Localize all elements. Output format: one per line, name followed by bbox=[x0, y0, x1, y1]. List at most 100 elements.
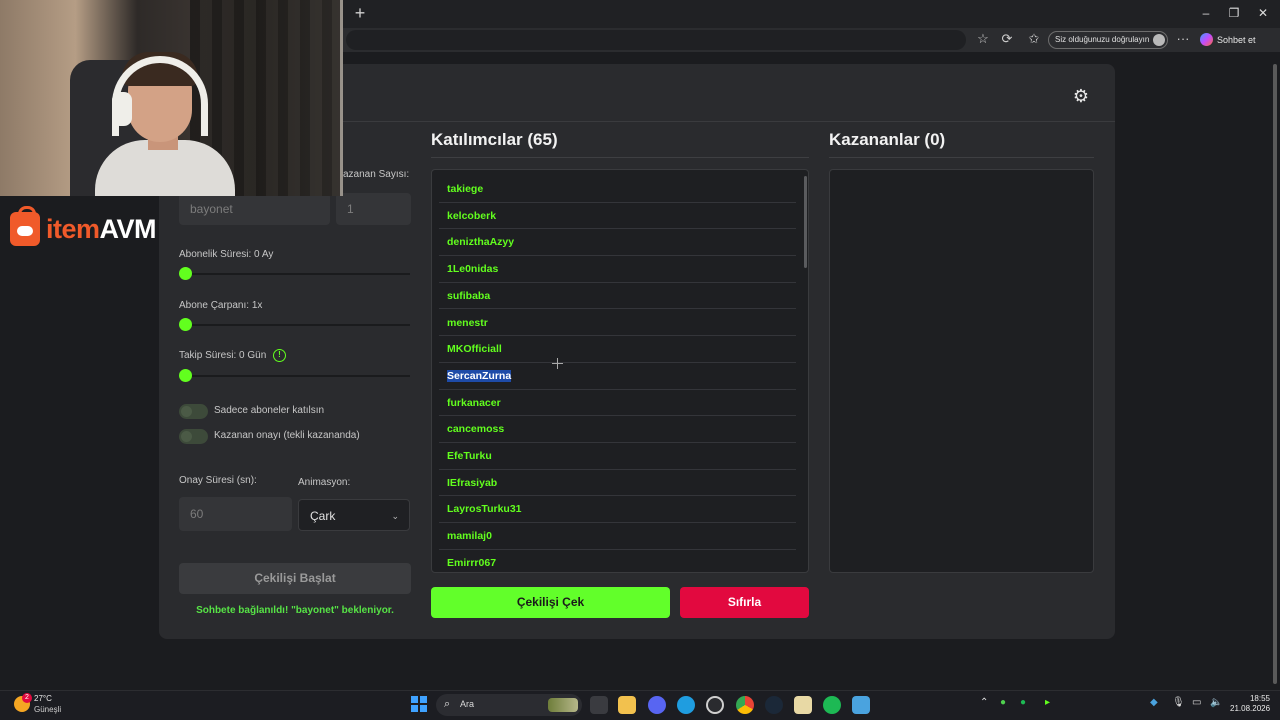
obs-icon[interactable] bbox=[706, 696, 724, 714]
notepad-icon[interactable] bbox=[794, 696, 812, 714]
discord-icon[interactable] bbox=[648, 696, 666, 714]
subs-only-toggle[interactable] bbox=[179, 404, 208, 419]
participant-name: sufibaba bbox=[447, 289, 491, 302]
sub-duration-slider-handle[interactable] bbox=[179, 267, 192, 280]
participant-row[interactable]: IEfrasiyab bbox=[439, 470, 796, 497]
close-button[interactable]: ✕ bbox=[1256, 6, 1270, 20]
page-scrollbar-thumb[interactable] bbox=[1273, 64, 1277, 684]
participant-row[interactable]: takiege bbox=[439, 176, 796, 203]
participant-row[interactable]: denizthaAzyy bbox=[439, 229, 796, 257]
profile-avatar bbox=[1153, 34, 1165, 46]
connection-status: Sohbete bağlanıldı! "bayonet" bekleniyor… bbox=[196, 605, 394, 616]
draw-winner-button[interactable]: Çekilişi Çek bbox=[431, 587, 670, 618]
microphone-icon[interactable]: 🎙 bbox=[1172, 697, 1185, 708]
start-giveaway-button[interactable]: Çekilişi Başlat bbox=[179, 563, 411, 594]
confirm-time-input[interactable]: 60 bbox=[179, 497, 292, 531]
participant-name: cancemoss bbox=[447, 423, 505, 436]
windows-start-icon[interactable] bbox=[411, 696, 427, 712]
tray-app-icon[interactable]: ● bbox=[1000, 697, 1006, 708]
monitor-icon[interactable]: ▭ bbox=[1192, 697, 1201, 708]
sub-multiplier-slider-handle[interactable] bbox=[179, 318, 192, 331]
taskbar-search[interactable]: ⌕ Ara bbox=[436, 694, 582, 716]
page-scrollbar[interactable] bbox=[1270, 52, 1280, 690]
participant-row[interactable]: SercanZurna bbox=[439, 363, 796, 390]
winner-count-input[interactable]: 1 bbox=[336, 193, 411, 225]
participant-row[interactable]: EfeTurku bbox=[439, 443, 796, 470]
keyword-input[interactable]: bayonet bbox=[179, 193, 330, 225]
task-view-icon[interactable] bbox=[590, 696, 608, 714]
app-icon[interactable] bbox=[852, 696, 870, 714]
weather-description[interactable]: Güneşli bbox=[34, 705, 61, 714]
new-tab-button[interactable]: + bbox=[352, 4, 368, 22]
winners-divider bbox=[829, 157, 1094, 158]
participant-row[interactable]: sufibaba bbox=[439, 283, 796, 310]
animation-label: Animasyon: bbox=[298, 477, 351, 488]
edge-icon[interactable] bbox=[677, 696, 695, 714]
file-explorer-icon[interactable] bbox=[618, 696, 636, 714]
participants-divider bbox=[431, 157, 809, 158]
participant-name: Emirrr067 bbox=[447, 556, 497, 569]
restore-button[interactable]: ❐ bbox=[1227, 6, 1241, 20]
favorite-star-icon[interactable]: ☆ bbox=[975, 31, 991, 47]
weather-temperature[interactable]: 27°C bbox=[34, 694, 52, 703]
sub-multiplier-label: Abone Çarpanı: 1x bbox=[179, 300, 263, 311]
participant-name: 1Le0nidas bbox=[447, 263, 499, 276]
brand-part-item: item bbox=[46, 214, 100, 244]
participants-list[interactable]: takiege kelcoberk denizthaAzyy 1Le0nidas suf… bbox=[431, 169, 809, 573]
copilot-chat-button[interactable]: Sohbet et bbox=[1200, 31, 1256, 49]
spotify-icon[interactable] bbox=[823, 696, 841, 714]
follow-duration-label: Takip Süresi: 0 Gün bbox=[179, 350, 267, 361]
participant-row[interactable]: mamilaj0 bbox=[439, 523, 796, 550]
steam-icon[interactable] bbox=[765, 696, 783, 714]
participant-name: kelcoberk bbox=[447, 209, 497, 222]
minimize-button[interactable]: – bbox=[1199, 6, 1213, 20]
participant-row[interactable]: menestr bbox=[439, 310, 796, 337]
participant-row[interactable]: LayrosTurku31 bbox=[439, 496, 796, 524]
volume-icon[interactable]: 🔈 bbox=[1210, 697, 1222, 708]
chrome-icon[interactable] bbox=[736, 696, 754, 714]
animation-select-value: Çark bbox=[310, 509, 336, 523]
participant-row[interactable]: MKOfficiall bbox=[439, 336, 796, 363]
participant-row[interactable]: cancemoss bbox=[439, 416, 796, 443]
sub-multiplier-slider[interactable] bbox=[186, 324, 410, 326]
tray-network-icon[interactable]: ◆ bbox=[1150, 697, 1158, 708]
extensions-icon[interactable]: ⟳ bbox=[999, 31, 1015, 47]
sub-duration-slider[interactable] bbox=[186, 273, 410, 275]
participant-row[interactable]: 1Le0nidas bbox=[439, 256, 796, 283]
address-bar[interactable] bbox=[346, 30, 966, 50]
participant-name: menestr bbox=[447, 316, 488, 329]
participants-scrollbar[interactable] bbox=[804, 176, 807, 268]
cam-headphone-cup bbox=[112, 92, 132, 126]
participant-name: EfeTurku bbox=[447, 450, 492, 462]
participant-name: IEfrasiyab bbox=[447, 476, 498, 489]
participant-name: denizthaAzyy bbox=[447, 236, 515, 249]
tray-spotify-icon[interactable]: ● bbox=[1020, 697, 1026, 708]
favorites-icon[interactable]: ✩ bbox=[1026, 31, 1042, 47]
verify-identity-button[interactable]: Siz olduğunuzu doğrulayın bbox=[1048, 31, 1168, 49]
reset-button[interactable]: Sıfırla bbox=[680, 587, 809, 618]
animation-select[interactable]: Çark ⌄ bbox=[298, 499, 410, 531]
mouse-cursor bbox=[552, 358, 563, 369]
participant-name: furkanacer bbox=[447, 396, 501, 409]
taskbar-clock[interactable]: 18:55 21.08.2026 bbox=[1230, 694, 1270, 714]
participant-row[interactable]: kelcoberk bbox=[439, 203, 796, 230]
chat-label: Sohbet et bbox=[1217, 35, 1256, 45]
follow-duration-slider[interactable] bbox=[186, 375, 410, 377]
tray-overflow-icon[interactable]: ⌃ bbox=[980, 697, 988, 708]
settings-gear-icon[interactable]: ⚙ bbox=[1071, 86, 1091, 106]
follow-duration-slider-handle[interactable] bbox=[179, 369, 192, 382]
winner-confirm-toggle[interactable] bbox=[179, 429, 208, 444]
chevron-down-icon: ⌄ bbox=[391, 511, 399, 521]
participant-name: SercanZurna bbox=[447, 369, 512, 382]
participant-name: LayrosTurku31 bbox=[447, 503, 522, 516]
participant-name: MKOfficiall bbox=[447, 343, 502, 356]
info-icon[interactable]: ! bbox=[273, 349, 286, 362]
winner-confirm-label: Kazanan onayı (tekli kazananda) bbox=[214, 430, 360, 441]
search-highlight-image bbox=[548, 698, 578, 712]
menu-button[interactable]: ··· bbox=[1175, 31, 1191, 47]
winners-list bbox=[829, 169, 1094, 573]
verify-label: Siz olduğunuzu doğrulayın bbox=[1055, 35, 1150, 44]
tray-play-icon[interactable]: ▸ bbox=[1045, 697, 1050, 708]
participant-row[interactable]: furkanacer bbox=[439, 390, 796, 417]
participant-row[interactable]: Emirrr067 bbox=[439, 550, 796, 572]
